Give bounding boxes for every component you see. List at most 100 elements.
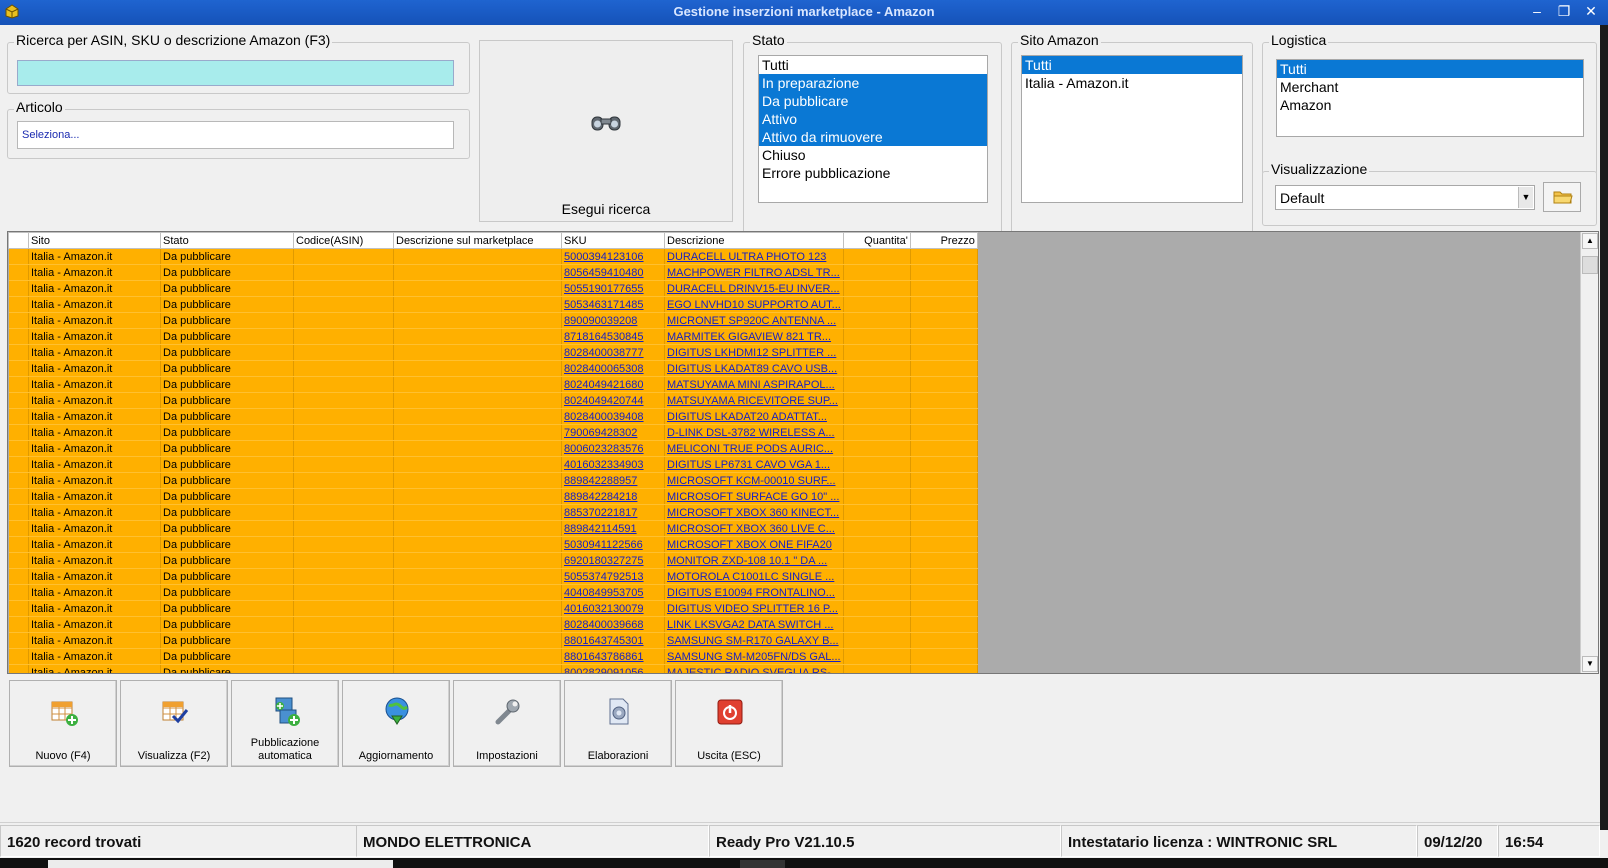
row-selector[interactable]: [8, 504, 29, 521]
table-row[interactable]: Italia - Amazon.it Da pubblicare 890090039…: [8, 312, 978, 329]
cell-sku[interactable]: 889842288957: [561, 472, 665, 489]
column-header-sku[interactable]: SKU: [561, 232, 665, 249]
row-selector[interactable]: [8, 328, 29, 345]
table-row[interactable]: Italia - Amazon.it Da pubblicare 505519017…: [8, 280, 978, 297]
cell-sku[interactable]: 8028400065308: [561, 360, 665, 377]
stato-option-da-pubblicare[interactable]: Da pubblicare: [759, 92, 987, 110]
logistica-option-amazon[interactable]: Amazon: [1277, 96, 1583, 114]
row-selector[interactable]: [8, 520, 29, 537]
restore-button[interactable]: ❐: [1553, 2, 1575, 22]
cell-descrizione[interactable]: DIGITUS LKHDMI12 SPLITTER ...: [664, 344, 844, 361]
scroll-down-icon[interactable]: ▼: [1582, 656, 1598, 672]
cell-sku[interactable]: 8801643745301: [561, 632, 665, 649]
row-selector[interactable]: [8, 360, 29, 377]
row-selector[interactable]: [8, 664, 29, 673]
table-row[interactable]: Italia - Amazon.it Da pubblicare 500039412…: [8, 248, 978, 265]
cell-sku[interactable]: 5055190177655: [561, 280, 665, 297]
cell-sku[interactable]: 8718164530845: [561, 328, 665, 345]
close-button[interactable]: ✕: [1580, 2, 1602, 22]
row-selector[interactable]: [8, 488, 29, 505]
cell-descrizione[interactable]: SAMSUNG SM-R170 GALAXY B...: [664, 632, 844, 649]
column-header-stato[interactable]: Stato: [160, 232, 294, 249]
row-selector[interactable]: [8, 552, 29, 569]
articolo-field[interactable]: Seleziona...: [17, 121, 454, 149]
nuovo-button[interactable]: Nuovo (F4): [9, 680, 117, 767]
aggiornamento-button[interactable]: Aggiornamento: [342, 680, 450, 767]
logistica-listbox[interactable]: Tutti Merchant Amazon: [1276, 59, 1584, 137]
table-row[interactable]: Italia - Amazon.it Da pubblicare 404084995…: [8, 584, 978, 601]
column-header-descrizione-sul-marketplace[interactable]: Descrizione sul marketplace: [393, 232, 562, 249]
cell-descrizione[interactable]: MAJESTIC RADIO SVEGLIA RS-...: [664, 664, 844, 673]
column-header-prezzo[interactable]: Prezzo: [909, 232, 978, 249]
cell-descrizione[interactable]: MICROSOFT KCM-00010 SURF...: [664, 472, 844, 489]
table-row[interactable]: Italia - Amazon.it Da pubblicare 802840003…: [8, 408, 978, 425]
cell-sku[interactable]: 885370221817: [561, 504, 665, 521]
cell-descrizione[interactable]: MATSUYAMA RICEVITORE SUP...: [664, 392, 844, 409]
cell-sku[interactable]: 5053463171485: [561, 296, 665, 313]
stato-option-in-preparazione[interactable]: In preparazione: [759, 74, 987, 92]
table-row[interactable]: Italia - Amazon.it Da pubblicare 692018032…: [8, 552, 978, 569]
cell-sku[interactable]: 4016032130079: [561, 600, 665, 617]
table-row[interactable]: Italia - Amazon.it Da pubblicare 800602328…: [8, 440, 978, 457]
table-row[interactable]: Italia - Amazon.it Da pubblicare 802404942…: [8, 392, 978, 409]
cell-sku[interactable]: 5000394123106: [561, 248, 665, 265]
column-header-sito[interactable]: Sito: [28, 232, 161, 249]
row-selector[interactable]: [8, 568, 29, 585]
cell-sku[interactable]: 6920180327275: [561, 552, 665, 569]
sito-option-italia-amazon-it[interactable]: Italia - Amazon.it: [1022, 74, 1242, 92]
cell-descrizione[interactable]: DIGITUS LKADAT89 CAVO USB...: [664, 360, 844, 377]
stato-option-chiuso[interactable]: Chiuso: [759, 146, 987, 164]
cell-sku[interactable]: 4016032334903: [561, 456, 665, 473]
esegui-ricerca-button[interactable]: Esegui ricerca: [479, 40, 733, 222]
logistica-option-tutti[interactable]: Tutti: [1277, 60, 1583, 78]
chevron-down-icon[interactable]: ▼: [1518, 187, 1533, 208]
table-row[interactable]: Italia - Amazon.it Da pubblicare 802404942…: [8, 376, 978, 393]
table-row[interactable]: Italia - Amazon.it Da pubblicare 505537479…: [8, 568, 978, 585]
row-selector[interactable]: [8, 312, 29, 329]
stato-option-errore-pubblicazione[interactable]: Errore pubblicazione: [759, 164, 987, 182]
grid-scrollbar[interactable]: ▲ ▼: [1580, 232, 1598, 673]
table-row[interactable]: Italia - Amazon.it Da pubblicare 885370221…: [8, 504, 978, 521]
elaborazioni-button[interactable]: Elaborazioni: [564, 680, 672, 767]
table-row[interactable]: Italia - Amazon.it Da pubblicare 871816453…: [8, 328, 978, 345]
row-selector[interactable]: [8, 248, 29, 265]
cell-descrizione[interactable]: MOTOROLA C1001LC SINGLE ...: [664, 568, 844, 585]
row-selector[interactable]: [8, 264, 29, 281]
row-selector[interactable]: [8, 280, 29, 297]
visualizza-button[interactable]: Visualizza (F2): [120, 680, 228, 767]
cell-descrizione[interactable]: DURACELL ULTRA PHOTO 123: [664, 248, 844, 265]
row-selector[interactable]: [8, 472, 29, 489]
row-selector[interactable]: [8, 376, 29, 393]
cell-descrizione[interactable]: MICROSOFT XBOX ONE FIFA20: [664, 536, 844, 553]
table-row[interactable]: Italia - Amazon.it Da pubblicare 889842284…: [8, 488, 978, 505]
table-row[interactable]: Italia - Amazon.it Da pubblicare 880164374…: [8, 632, 978, 649]
cell-descrizione[interactable]: DIGITUS LKADAT20 ADATTAT...: [664, 408, 844, 425]
table-row[interactable]: Italia - Amazon.it Da pubblicare 880164378…: [8, 648, 978, 665]
impostazioni-button[interactable]: Impostazioni: [453, 680, 561, 767]
column-header-quantita[interactable]: Quantita': [842, 232, 911, 249]
cell-descrizione[interactable]: MICROSOFT XBOX 360 KINECT...: [664, 504, 844, 521]
open-folder-button[interactable]: [1543, 182, 1581, 212]
cell-descrizione[interactable]: DIGITUS VIDEO SPLITTER 16 P...: [664, 600, 844, 617]
table-row[interactable]: Italia - Amazon.it Da pubblicare 401603233…: [8, 456, 978, 473]
cell-sku[interactable]: 790069428302: [561, 424, 665, 441]
sito-option-tutti[interactable]: Tutti: [1022, 56, 1242, 74]
cell-descrizione[interactable]: MATSUYAMA MINI ASPIRAPOL...: [664, 376, 844, 393]
cell-sku[interactable]: 4040849953705: [561, 584, 665, 601]
uscita-button[interactable]: Uscita (ESC): [675, 680, 783, 767]
table-row[interactable]: Italia - Amazon.it Da pubblicare 889842288…: [8, 472, 978, 489]
cell-sku[interactable]: 889842114591: [561, 520, 665, 537]
scroll-thumb[interactable]: [1582, 256, 1598, 274]
stato-option-tutti[interactable]: Tutti: [759, 56, 987, 74]
cell-descrizione[interactable]: MICROSOFT XBOX 360 LIVE C...: [664, 520, 844, 537]
cell-sku[interactable]: 5055374792513: [561, 568, 665, 585]
table-row[interactable]: Italia - Amazon.it Da pubblicare 802840003…: [8, 344, 978, 361]
row-selector[interactable]: [8, 392, 29, 409]
row-selector[interactable]: [8, 648, 29, 665]
table-row[interactable]: Italia - Amazon.it Da pubblicare 805645941…: [8, 264, 978, 281]
row-selector[interactable]: [8, 584, 29, 601]
cell-sku[interactable]: 5030941122566: [561, 536, 665, 553]
row-selector[interactable]: [8, 600, 29, 617]
cell-sku[interactable]: 8028400038777: [561, 344, 665, 361]
table-row[interactable]: Italia - Amazon.it Da pubblicare 505346317…: [8, 296, 978, 313]
